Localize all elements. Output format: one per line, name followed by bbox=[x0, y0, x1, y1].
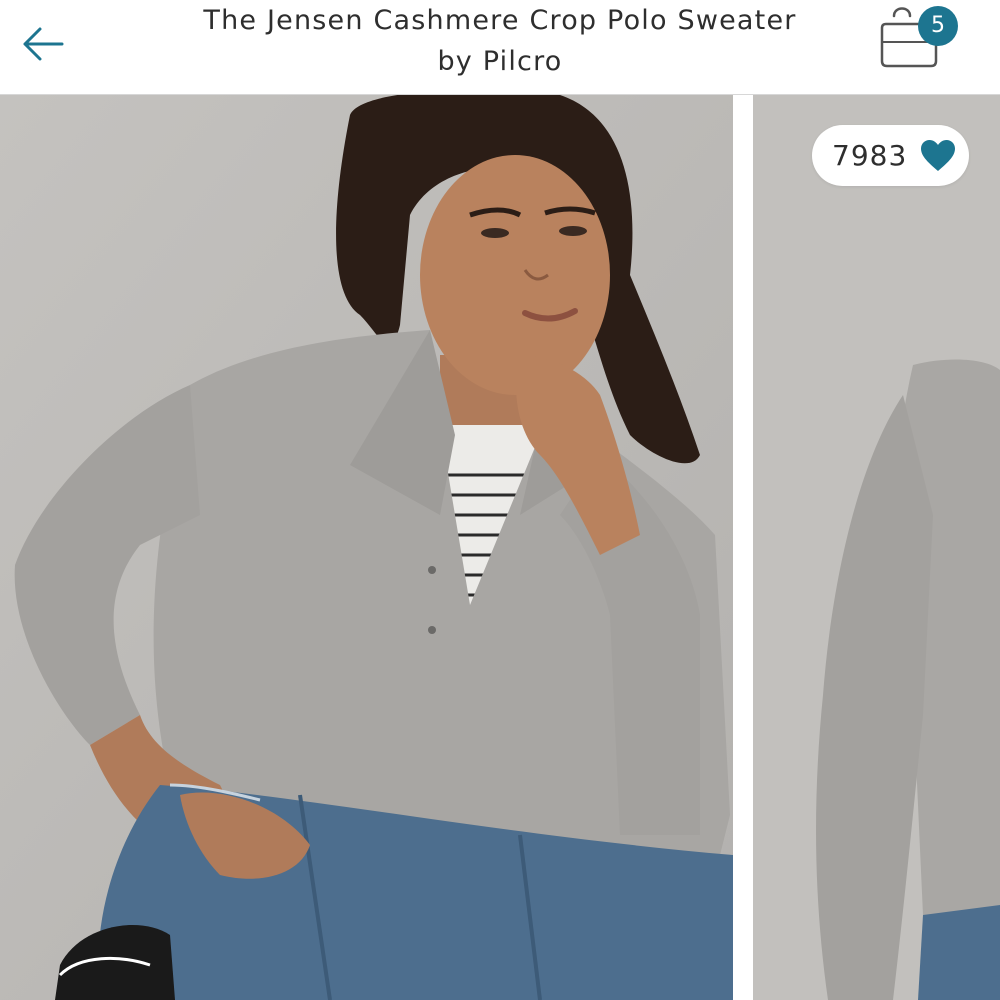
likes-count: 7983 bbox=[832, 139, 908, 172]
product-image-gallery[interactable] bbox=[0, 95, 1000, 1000]
top-navigation-bar: The Jensen Cashmere Crop Polo Sweater by… bbox=[0, 0, 1000, 95]
product-title-line-1: The Jensen Cashmere Crop Polo Sweater bbox=[203, 5, 797, 36]
model-photo-front bbox=[0, 95, 733, 1000]
product-screen: The Jensen Cashmere Crop Polo Sweater by… bbox=[0, 0, 1000, 1000]
likes-button[interactable]: 7983 bbox=[812, 125, 969, 186]
arrow-left-icon bbox=[23, 27, 64, 61]
product-title-line-2: by Pilcro bbox=[437, 46, 563, 77]
product-title: The Jensen Cashmere Crop Polo Sweater by… bbox=[150, 0, 850, 82]
model-photo-side bbox=[753, 95, 1000, 1000]
cart-count-badge: 5 bbox=[918, 6, 958, 46]
product-image-2[interactable] bbox=[753, 95, 1000, 1000]
product-image-1[interactable] bbox=[0, 95, 733, 1000]
heart-icon bbox=[921, 140, 955, 171]
back-button[interactable] bbox=[14, 18, 70, 70]
